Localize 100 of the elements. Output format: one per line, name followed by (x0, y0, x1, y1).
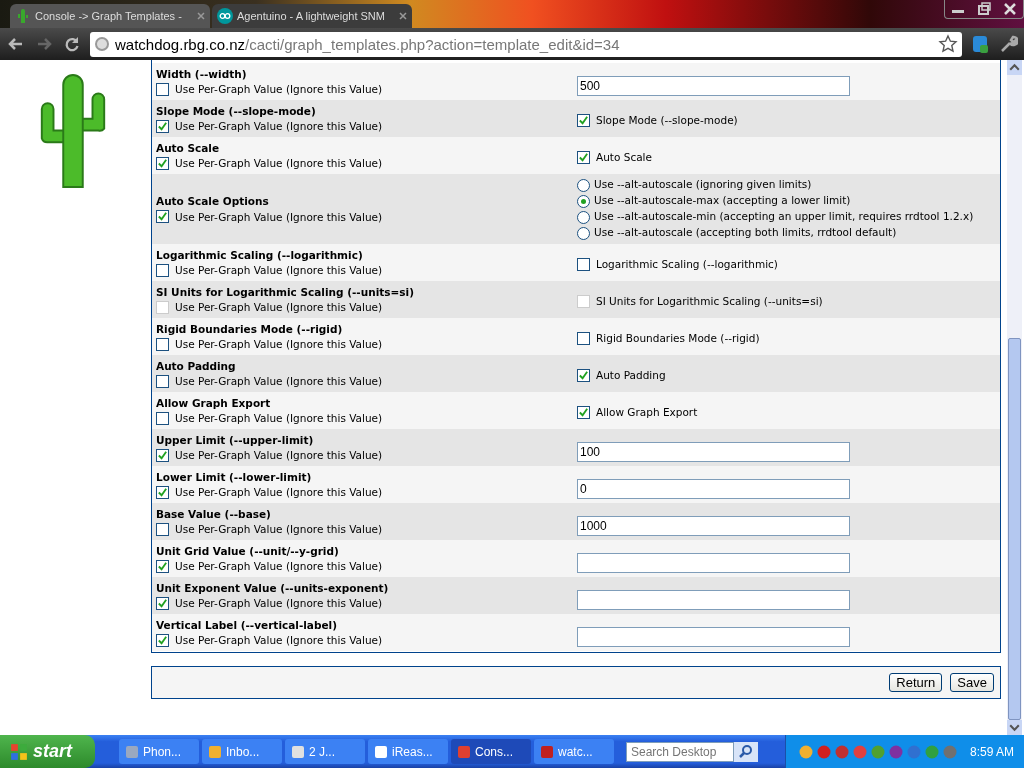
checkbox-label: Logarithmic Scaling (--logarithmic) (596, 258, 778, 270)
checkbox-label: Use Per-Graph Value (Ignore this Value) (175, 523, 383, 535)
app-icon (125, 744, 139, 759)
checkbox-label: Use Per-Graph Value (Ignore this Value) (175, 560, 383, 572)
checkbox[interactable] (156, 596, 169, 610)
checkbox-label: Use Per-Graph Value (Ignore this Value) (175, 338, 383, 350)
field-title: Unit Grid Value (--unit/--y-grid) (156, 544, 340, 557)
scrollbar-thumb[interactable] (1008, 338, 1021, 720)
checkbox[interactable] (156, 411, 169, 425)
checkbox-label: Rigid Boundaries Mode (--rigid) (596, 332, 760, 344)
field-title: Vertical Label (--vertical-label) (156, 618, 338, 631)
taskbar-button[interactable]: Phon... (119, 739, 199, 764)
checkbox-label: Slope Mode (--slope-mode) (596, 114, 738, 126)
globe-icon (94, 36, 110, 52)
checkbox-label: Use Per-Graph Value (Ignore this Value) (175, 449, 383, 461)
radio-label: Use --alt-autoscale (accepting both limits, rrdtool default) (594, 226, 897, 238)
radio-label: Use --alt-autoscale-min (accepting an upper limit, requires rrdtool 1.2.x) (594, 210, 974, 222)
field-title: Allow Graph Export (156, 396, 272, 409)
taskbar-button[interactable]: watc... (534, 739, 614, 764)
search-field[interactable]: Search Desktop (626, 741, 734, 762)
field-title: SI Units for Logarithmic Scaling (--units=si) (156, 285, 415, 298)
browser-tab[interactable]: Agentuino - A lightweight SNM (212, 4, 412, 28)
checkbox-label: Use Per-Graph Value (Ignore this Value) (175, 375, 383, 387)
checkbox[interactable] (156, 156, 169, 170)
checkbox[interactable] (156, 263, 169, 277)
scroll-up-icon[interactable] (1007, 60, 1022, 75)
field-title: Unit Exponent Value (--units-exponent) (156, 581, 390, 594)
radio-button[interactable] (577, 227, 590, 240)
checkbox[interactable] (156, 559, 169, 573)
field-title: Base Value (--base) (156, 507, 272, 520)
taskbar-button[interactable]: 2 J... (285, 739, 365, 764)
checkbox[interactable] (156, 210, 169, 223)
checkbox[interactable] (156, 633, 169, 647)
field-title: Lower Limit (--lower-limit) (156, 470, 313, 483)
checkbox-label: Use Per-Graph Value (Ignore this Value) (175, 597, 383, 609)
infinity-icon (217, 8, 233, 24)
checkbox-label: SI Units for Logarithmic Scaling (--units=si) (596, 295, 823, 307)
field-title: Auto Scale (156, 141, 221, 154)
checkbox[interactable] (156, 337, 169, 351)
field-title: Width (--width) (156, 67, 248, 80)
radio-button[interactable] (577, 195, 590, 208)
checkbox-label: Auto Scale (596, 151, 652, 163)
radio-label: Use --alt-autoscale-max (accepting a lower limit) (594, 194, 851, 206)
field-title: Slope Mode (--slope-mode) (156, 104, 317, 117)
app-icon (457, 744, 471, 759)
form-button[interactable]: Save (950, 673, 994, 692)
checkbox-label: Use Per-Graph Value (Ignore this Value) (175, 120, 383, 132)
checkbox[interactable] (577, 113, 590, 127)
checkbox[interactable] (156, 485, 169, 499)
field-title: Upper Limit (--upper-limit) (156, 433, 315, 446)
star-icon[interactable] (938, 34, 958, 54)
browser-tab[interactable]: Console -> Graph Templates - (10, 4, 210, 28)
address-bar[interactable]: watchdog.rbg.co.nz/cacti/graph_templates.php?action=template_edit&id=34 (90, 31, 962, 57)
taskbar-button[interactable]: Cons... (451, 739, 531, 764)
checkbox-label: Use Per-Graph Value (Ignore this Value) (175, 301, 383, 313)
field-title: Auto Padding (156, 359, 237, 372)
checkbox[interactable] (577, 331, 590, 345)
field-title: Logarithmic Scaling (--logarithmic) (156, 248, 364, 261)
checkbox[interactable] (156, 374, 169, 388)
radio-button[interactable] (577, 211, 590, 224)
checkbox[interactable] (156, 82, 169, 96)
checkbox-label: Allow Graph Export (596, 406, 698, 418)
checkbox[interactable] (156, 522, 169, 536)
checkbox-label: Use Per-Graph Value (Ignore this Value) (175, 264, 383, 276)
input-field[interactable]: 500 (577, 75, 850, 96)
flag-icon (10, 742, 28, 761)
input-field[interactable] (577, 626, 850, 647)
app-icon (291, 744, 305, 759)
input-field[interactable]: 0 (577, 478, 850, 499)
checkbox-label: Use Per-Graph Value (Ignore this Value) (175, 412, 383, 424)
checkbox[interactable] (577, 257, 590, 271)
input-field[interactable]: 1000 (577, 515, 850, 536)
checkbox-label: Use Per-Graph Value (Ignore this Value) (175, 634, 383, 646)
input-field[interactable]: 100 (577, 441, 850, 462)
checkbox-label: Use Per-Graph Value (Ignore this Value) (175, 210, 383, 223)
scrollbar[interactable] (1007, 60, 1022, 735)
input-field[interactable] (577, 552, 850, 573)
input-field[interactable] (577, 589, 850, 610)
radio-button[interactable] (577, 179, 590, 192)
app-icon (540, 744, 554, 759)
taskbar-button[interactable]: Inbo... (202, 739, 282, 764)
clock: 8:59 AM (969, 744, 1014, 759)
field-title: Auto Scale Options (156, 195, 270, 207)
checkbox-label: Use Per-Graph Value (Ignore this Value) (175, 157, 383, 169)
form-button[interactable]: Return (889, 673, 943, 692)
cactus-icon (15, 8, 31, 24)
checkbox[interactable] (577, 368, 590, 382)
radio-label: Use --alt-autoscale (ignoring given limits) (594, 178, 812, 190)
checkbox[interactable] (577, 405, 590, 419)
search-icon[interactable] (734, 741, 758, 762)
field-title: Rigid Boundaries Mode (--rigid) (156, 322, 344, 335)
scroll-down-icon[interactable] (1007, 720, 1022, 735)
checkbox-label: Auto Padding (596, 369, 666, 381)
checkbox-label: Use Per-Graph Value (Ignore this Value) (175, 486, 383, 498)
checkbox[interactable] (156, 119, 169, 133)
taskbar-button[interactable]: iReas... (368, 739, 448, 764)
checkbox[interactable] (577, 150, 590, 164)
app-icon (208, 744, 222, 759)
checkbox[interactable] (156, 448, 169, 462)
extension-icon[interactable] (970, 34, 990, 54)
